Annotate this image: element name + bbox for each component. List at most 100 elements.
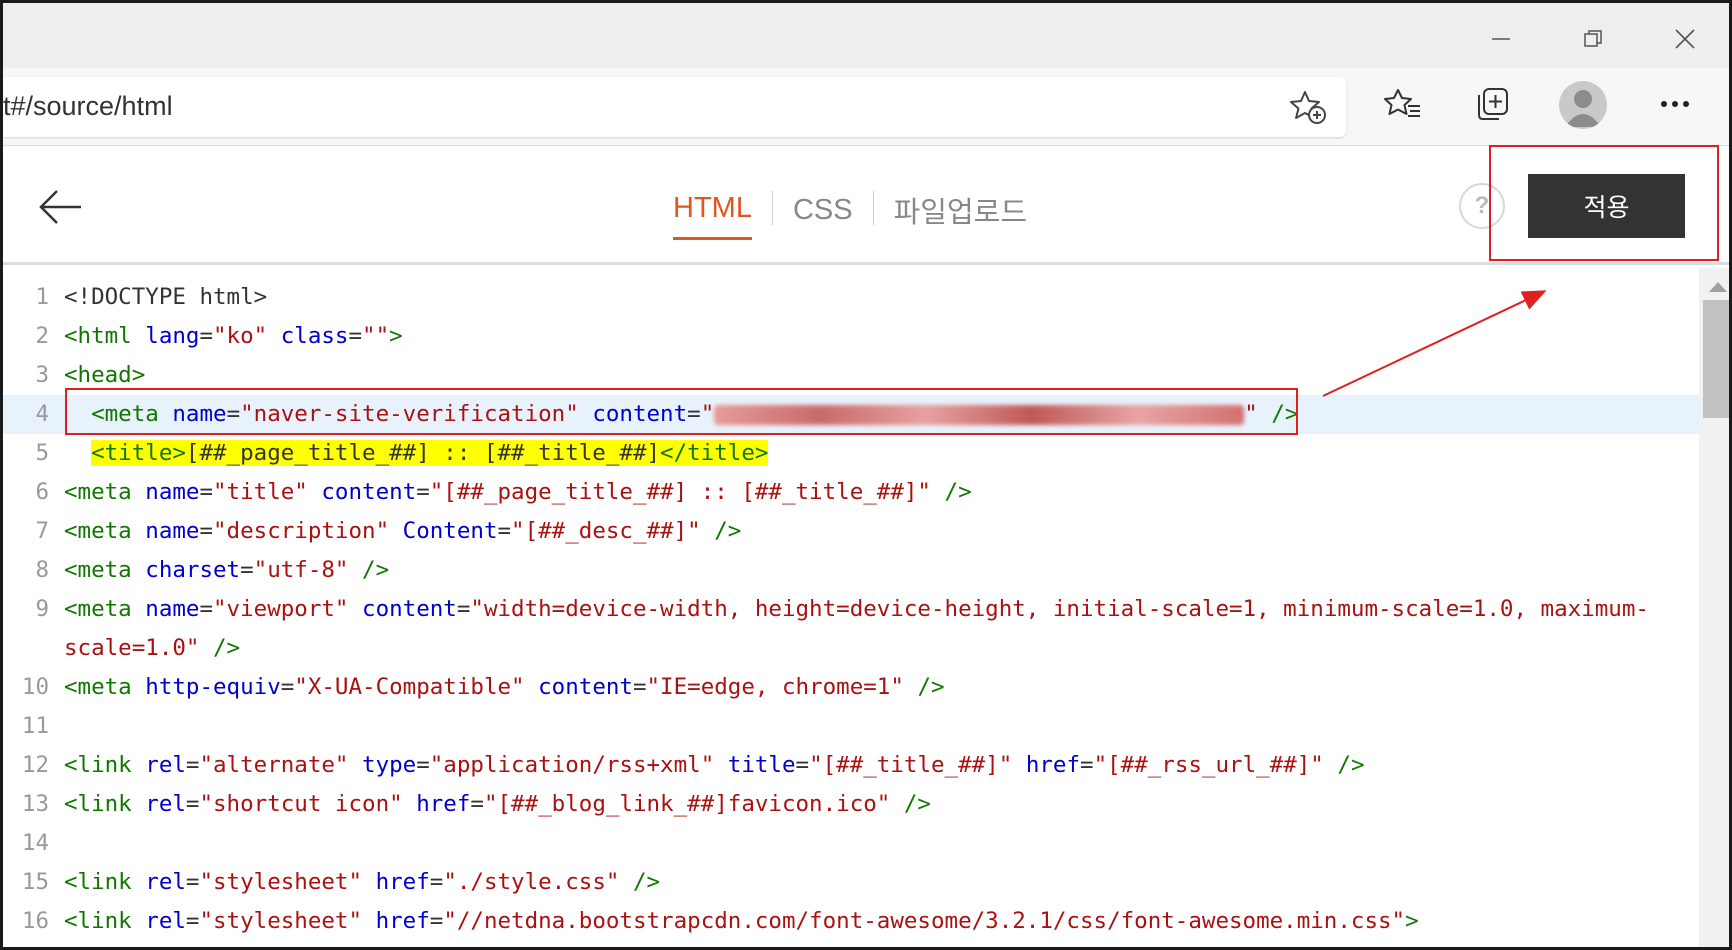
code-line[interactable]: 7 <meta name="description" Content="[##_d… — [3, 512, 1699, 551]
favorites-list-icon[interactable] — [1381, 82, 1425, 126]
code-token: <link — [64, 791, 146, 817]
line-code: <link rel="stylesheet" href="//netdna.bo… — [64, 902, 1419, 941]
code-token: = — [185, 869, 200, 895]
code-token: > — [1405, 908, 1419, 934]
code-token: href — [416, 791, 471, 817]
code-line[interactable]: 16 <link rel="stylesheet" href="//netdna.… — [3, 902, 1699, 941]
line-code: <html lang="ko" class=""> — [64, 317, 403, 356]
line-code: <meta name="description" Content="[##_de… — [64, 512, 741, 551]
code-token: /> — [632, 869, 661, 895]
tab-file-upload[interactable]: 파일업로드 — [894, 189, 1027, 243]
code-token: = — [199, 596, 214, 622]
code-token: = — [429, 908, 444, 934]
line-code: <meta name="title" content="[##_page_tit… — [64, 473, 972, 512]
code-token: = — [456, 596, 471, 622]
code-token: lang — [145, 323, 200, 349]
code-token: "width=device-width, height=device-heigh… — [470, 596, 1649, 622]
code-token: "[##_blog_link_##]favicon.ico" — [483, 791, 891, 817]
collections-icon[interactable] — [1470, 82, 1514, 126]
line-number: 2 — [35, 323, 49, 349]
line-number: 12 — [21, 752, 49, 778]
address-text[interactable]: t#/source/html — [3, 91, 173, 122]
code-line[interactable]: 2 <html lang="ko" class=""> — [3, 317, 1699, 356]
line-code: <meta charset="utf-8" /> — [64, 551, 389, 590]
code-token: <!DOCTYPE html> — [64, 284, 268, 310]
code-line[interactable]: 13 <link rel="shortcut icon" href="[##_bl… — [3, 785, 1699, 824]
code-token: http-equiv — [145, 674, 281, 700]
code-token: /> — [944, 479, 972, 505]
code-token: <meta — [64, 557, 146, 583]
code-token: name — [145, 518, 200, 544]
code-line[interactable]: 9 <meta name="viewport" content="width=de… — [3, 590, 1699, 629]
code-line[interactable]: 5 <title>[##_page_title_##] :: [##_title… — [3, 434, 1699, 473]
code-token: = — [348, 323, 363, 349]
code-line[interactable]: 14 — [3, 824, 1699, 863]
close-icon[interactable] — [1665, 21, 1705, 57]
code-token: name — [145, 479, 200, 505]
address-bar[interactable]: t#/source/html — [3, 77, 1346, 137]
code-scrollbar[interactable] — [1699, 268, 1729, 947]
line-number: 8 — [35, 557, 49, 583]
code-token: /> — [362, 557, 390, 583]
scroll-thumb[interactable] — [1703, 300, 1729, 418]
code-token: "./style.css" — [443, 869, 620, 895]
ellipsis-icon[interactable] — [1653, 82, 1697, 126]
browser-window: t#/source/html HTML CSS 파일업로드 ? 적용 1 <!D… — [0, 0, 1732, 950]
code-token: = — [185, 791, 200, 817]
code-token: class — [280, 323, 349, 349]
star-add-icon[interactable] — [1288, 89, 1328, 125]
line-code: <link rel="alternate" type="application/… — [64, 746, 1365, 785]
code-token: "viewport" — [213, 596, 349, 622]
code-line[interactable]: 12 <link rel="alternate" type="applicatio… — [3, 746, 1699, 785]
code-token: = — [240, 557, 254, 583]
code-token: content — [321, 479, 417, 505]
code-editor[interactable]: 1 <!DOCTYPE html> 2 <html lang="ko" class="… — [3, 268, 1699, 947]
restore-icon[interactable] — [1573, 21, 1613, 57]
line-number: 14 — [21, 830, 49, 856]
code-token: <meta — [64, 479, 146, 505]
annotation-apply-highlight-box — [1489, 145, 1719, 261]
code-token: "application/rss+xml" — [429, 752, 715, 778]
browser-toolbar: t#/source/html — [3, 68, 1729, 146]
code-line[interactable]: 10 <meta http-equiv="X-UA-Compatible" con… — [3, 668, 1699, 707]
scroll-up-arrow-icon[interactable] — [1709, 282, 1727, 292]
code-line[interactable]: 6 <meta name="title" content="[##_page_ti… — [3, 473, 1699, 512]
code-line[interactable]: scale=1.0" /> — [3, 629, 1699, 668]
code-token: "X-UA-Compatible" — [294, 674, 525, 700]
code-token: <meta — [64, 518, 146, 544]
code-line[interactable]: 11 — [3, 707, 1699, 746]
avatar[interactable] — [1559, 81, 1607, 129]
code-line[interactable]: 8 <meta charset="utf-8" /> — [3, 551, 1699, 590]
minimize-icon[interactable] — [1481, 21, 1521, 57]
tab-css[interactable]: CSS — [793, 194, 853, 239]
line-code: scale=1.0" /> — [64, 629, 240, 668]
tab-html[interactable]: HTML — [673, 192, 752, 240]
code-token: "title" — [213, 479, 308, 505]
line-number: 16 — [21, 908, 49, 934]
code-token: = — [497, 518, 512, 544]
code-line[interactable]: 1 <!DOCTYPE html> — [3, 278, 1699, 317]
code-token: = — [185, 908, 200, 934]
back-arrow-icon[interactable] — [37, 183, 85, 231]
code-token: /> — [1337, 752, 1365, 778]
code-token: "[##_page_title_##] :: [##_title_##]" — [429, 479, 931, 505]
code-token: type — [362, 752, 417, 778]
code-token: <link — [64, 752, 146, 778]
code-line[interactable]: 15 <link rel="stylesheet" href="./style.c… — [3, 863, 1699, 902]
line-code: <!DOCTYPE html> — [64, 278, 267, 317]
code-token: "stylesheet" — [199, 908, 363, 934]
line-code: <link rel="stylesheet" href="./style.css… — [64, 863, 660, 902]
